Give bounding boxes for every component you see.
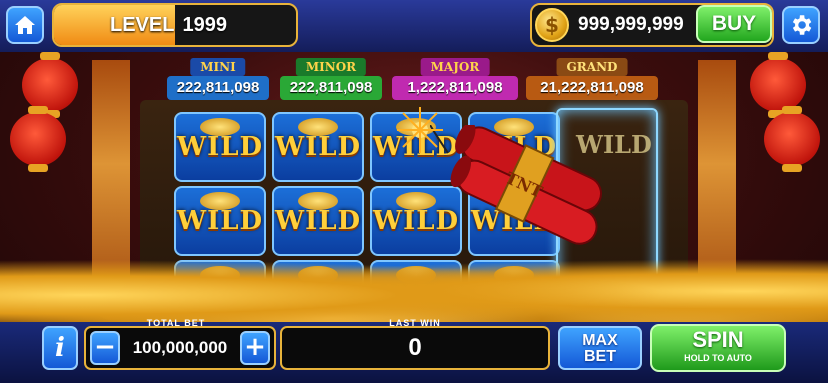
coin-icon: $ — [535, 8, 569, 42]
max-bet-line1: MAX — [582, 332, 618, 349]
max-bet-button[interactable]: MAX BET — [558, 326, 642, 370]
info-button[interactable]: i — [42, 326, 78, 370]
total-bet-value: 100,000,000 — [132, 338, 228, 357]
jackpot-label: MAJOR — [420, 58, 490, 76]
jackpot-label: MINI — [190, 58, 246, 76]
lantern-icon — [22, 52, 78, 118]
buy-button[interactable]: BUY — [696, 5, 772, 43]
spark-icon — [397, 107, 443, 153]
coin-amount: 999,999,999 — [578, 14, 684, 35]
lantern-icon — [764, 106, 820, 172]
wild-symbol-text: WILD — [176, 132, 264, 162]
wild-symbol-text: WILD — [176, 206, 264, 236]
dynamite-icon: TNT — [430, 125, 602, 245]
wild-symbol-cell: WILD — [174, 112, 266, 182]
jackpot-mini: MINI 222,811,098 — [167, 58, 269, 102]
jackpot-label: GRAND — [556, 58, 628, 76]
gold-nugget-icon — [200, 118, 240, 136]
wild-symbol-cell: WILD — [272, 112, 364, 182]
gold-pile — [0, 250, 828, 325]
lantern-icon — [750, 52, 806, 118]
wild-symbol-cell: WILD — [174, 186, 266, 256]
wild-symbol-text: WILD — [274, 132, 362, 162]
spin-button[interactable]: SPIN HOLD TO AUTO — [650, 324, 786, 372]
wild-symbol-cell: WILD — [272, 186, 364, 256]
increase-bet-button[interactable]: + — [240, 331, 270, 365]
decrease-bet-button[interactable]: − — [90, 331, 120, 365]
spin-label: SPIN — [692, 327, 744, 352]
lantern-icon — [10, 106, 66, 172]
jackpot-major: MAJOR 1,222,811,098 — [392, 58, 518, 102]
last-win-value: 0 — [408, 334, 422, 361]
home-icon — [15, 16, 35, 34]
jackpot-value: 21,222,811,098 — [526, 76, 658, 100]
home-button[interactable] — [6, 6, 44, 44]
level-progress-bar: LEVEL 1999 — [52, 3, 298, 47]
level-value: 1999 — [182, 13, 227, 36]
jackpot-value: 222,811,098 — [167, 76, 269, 100]
jackpot-minor: MINOR 222,811,098 — [280, 58, 382, 102]
settings-button[interactable] — [782, 6, 820, 44]
spin-sub-label: HOLD TO AUTO — [684, 353, 752, 363]
jackpot-label: MINOR — [295, 58, 367, 76]
gear-icon — [792, 15, 812, 35]
jackpot-value: 1,222,811,098 — [392, 76, 518, 100]
level-label: LEVEL — [110, 13, 175, 36]
max-bet-line2: BET — [584, 348, 616, 365]
gold-nugget-icon — [298, 118, 338, 136]
gold-nugget-icon — [200, 192, 240, 210]
gold-nugget-icon — [298, 192, 338, 210]
jackpot-grand: GRAND 21,222,811,098 — [526, 58, 658, 102]
wild-symbol-text: WILD — [274, 206, 362, 236]
jackpot-value: 222,811,098 — [280, 76, 382, 100]
